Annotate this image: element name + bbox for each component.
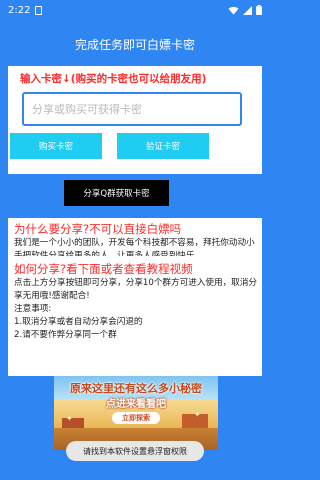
how-card-content: 如何分享?看下面或者查看教程视频 点击上方分享按钮即可分享，分享10个群方可进入… <box>14 262 260 342</box>
how-card-notice-1: 1.取消分享或者自动分享会闪退的 <box>14 317 143 327</box>
code-input[interactable] <box>22 92 242 126</box>
sd-card-icon <box>35 5 43 15</box>
ad-banner[interactable]: ✦ ✦ 原来这里还有这么多小秘密 点进来看看吧 立即探索 <box>54 376 218 450</box>
battery-icon <box>256 5 262 15</box>
banner-headline: 原来这里还有这么多小秘密 <box>70 382 202 395</box>
banner-subline: 点进来看看吧 <box>106 399 166 410</box>
status-time: 2:22 <box>8 4 31 16</box>
toast-message: 请找到本软件设置悬浮窗权限 <box>66 441 204 461</box>
sparkle-icon: ✦ <box>66 414 73 423</box>
how-card-notice-2: 2.请不要作弊分享同一个群 <box>14 330 117 340</box>
banner-explore-button[interactable]: 立即探索 <box>112 412 160 424</box>
status-bar: 2:22 <box>0 0 270 20</box>
code-card-heading: 输入卡密↓(购买的卡密也可以给朋友用) <box>20 73 207 85</box>
why-card-heading: 为什么要分享?不可以直接白嫖吗 <box>14 222 182 236</box>
verify-code-button[interactable]: 验证卡密 <box>117 133 209 159</box>
how-card-notice-title: 注意事项: <box>14 304 52 314</box>
how-card-line1: 点击上方分享按钮即可分享，分享10个群方可进入使用，取消分享无用哦!感谢配合! <box>14 278 257 301</box>
signal-icon <box>243 5 252 15</box>
sparkle-icon: ✦ <box>194 410 201 419</box>
wifi-icon <box>228 6 239 15</box>
share-group-button[interactable]: 分享Q群获取卡密 <box>64 180 169 206</box>
buy-code-button[interactable]: 购买卡密 <box>10 133 102 159</box>
page-title: 完成任务即可白嫖卡密 <box>74 38 195 52</box>
how-card-heading: 如何分享?看下面或者查看教程视频 <box>14 262 193 276</box>
